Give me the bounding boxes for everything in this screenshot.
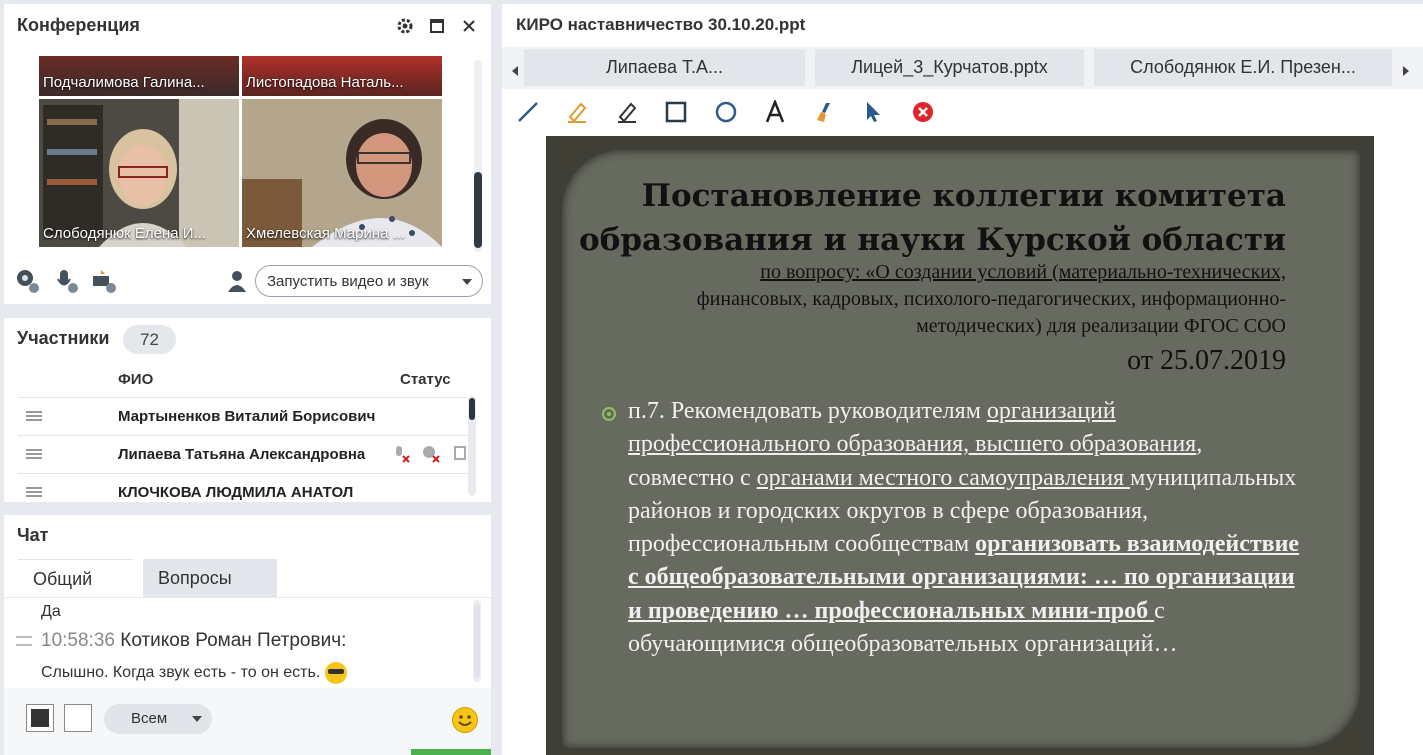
chat-message-body: Слышно. Когда звук есть - то он есть. xyxy=(41,662,347,684)
microphone-settings-icon[interactable] xyxy=(53,268,79,294)
bullet-icon xyxy=(602,407,616,421)
ellipse-tool-icon[interactable] xyxy=(711,97,741,127)
conference-panel: Конференция Подчалимова Галина... Листоп… xyxy=(4,4,491,304)
video-tile-4[interactable]: Хмелевская Марина ... xyxy=(242,99,442,247)
pen-tool-icon[interactable] xyxy=(612,97,642,127)
chevron-down-icon xyxy=(462,279,472,285)
clear-annotations-icon[interactable] xyxy=(908,97,938,127)
highlighter-tool-icon[interactable] xyxy=(562,97,592,127)
send-button-strip[interactable] xyxy=(411,749,491,755)
doc-tab-2[interactable]: Лицей_3_Курчатов.pptx xyxy=(815,49,1084,86)
tab-general[interactable]: Общий xyxy=(18,559,133,597)
video-tile-3[interactable]: Слободянюк Елена И... xyxy=(39,99,239,247)
message-handle-icon xyxy=(16,636,32,646)
chat-message-header: 10:58:36 Котиков Роман Петрович: xyxy=(41,630,346,652)
line-tool-icon[interactable] xyxy=(513,97,543,127)
start-video-audio-button[interactable]: Запустить видео и звук xyxy=(255,265,483,297)
tab-questions[interactable]: Вопросы xyxy=(143,559,277,597)
maximize-icon[interactable] xyxy=(427,16,447,36)
chevron-down-icon xyxy=(192,716,202,722)
sunglasses-emoji-icon xyxy=(324,662,347,684)
drag-handle-icon[interactable] xyxy=(26,449,42,459)
column-header-status[interactable]: Статус xyxy=(400,371,451,388)
video-tile-1[interactable]: Подчалимова Галина... xyxy=(39,56,239,96)
chat-message-time: 10:58:36 xyxy=(41,630,115,651)
chat-scrollbar[interactable] xyxy=(473,600,481,682)
slide-subtitle: по вопросу: «О создании условий (материа… xyxy=(546,259,1286,340)
recipient-label: Всем xyxy=(131,710,168,727)
pointer-tool-icon[interactable] xyxy=(858,97,888,127)
participant-row[interactable]: КЛОЧКОВА ЛЮДМИЛА АНАТОЛ xyxy=(18,473,468,502)
drag-handle-icon[interactable] xyxy=(26,411,42,421)
user-icon xyxy=(224,268,250,294)
participants-scrollbar[interactable] xyxy=(468,396,476,496)
text-tool-icon[interactable] xyxy=(760,97,790,127)
column-header-name[interactable]: ФИО xyxy=(118,371,153,388)
chat-panel: Чат Общий Вопросы Да 10:58:36 Котиков Ро… xyxy=(4,515,491,755)
chat-footer: Всем xyxy=(4,688,491,755)
video-tile-2[interactable]: Листопадова Наталь... xyxy=(242,56,442,96)
participant-name: Липаева Татьяна Александровна xyxy=(118,446,366,463)
participants-panel: Участники 72 ФИО Статус Мартыненков Вита… xyxy=(4,318,491,502)
chat-messages[interactable]: Да 10:58:36 Котиков Роман Петрович: Слыш… xyxy=(4,597,491,689)
text-color-picker[interactable] xyxy=(26,704,54,732)
recipient-dropdown[interactable]: Всем xyxy=(104,704,212,734)
rectangle-tool-icon[interactable] xyxy=(661,97,691,127)
participant-name: Мартыненков Виталий Борисович xyxy=(118,408,376,425)
start-video-audio-label: Запустить видео и звук xyxy=(267,273,429,290)
smiley-emoji-icon[interactable] xyxy=(452,707,478,733)
doc-tab-3[interactable]: Слободянюк Е.И. Презен... xyxy=(1094,49,1392,86)
conference-title: Конференция xyxy=(17,15,140,35)
chat-message-text: Слышно. Когда звук есть - то он есть. xyxy=(41,664,321,682)
doc-tab-1[interactable]: Липаева Т.А... xyxy=(524,49,805,86)
screen-share-icon[interactable] xyxy=(91,268,117,294)
chat-message-author: Котиков Роман Петрович: xyxy=(120,630,347,651)
slide-title: Постановление коллегии комитета образова… xyxy=(566,174,1286,262)
presentation-panel: КИРО наставничество 30.10.20.ppt Липаева… xyxy=(502,4,1423,755)
slide-body: п.7. Рекомендовать руководителям организ… xyxy=(628,395,1308,661)
chat-title: Чат xyxy=(17,525,49,545)
video-name-1: Подчалимова Галина... xyxy=(43,74,205,91)
close-icon[interactable] xyxy=(459,16,479,36)
slide-body-underlined: органами местного самоуправления xyxy=(756,464,1131,491)
camera-off-icon xyxy=(421,444,441,464)
presentation-title: КИРО наставничество 30.10.20.ppt xyxy=(516,15,806,34)
slide-title-line: образования и науки Курской области xyxy=(579,222,1286,258)
slide-subtitle-line: методических) для реализации ФГОС СОО xyxy=(916,315,1286,337)
webcam-settings-icon[interactable] xyxy=(14,268,40,294)
participant-row[interactable]: Мартыненков Виталий Борисович xyxy=(18,397,468,434)
participant-row[interactable]: Липаева Татьяна Александровна xyxy=(18,435,468,472)
video-name-2: Листопадова Наталь... xyxy=(246,74,404,91)
video-name-3: Слободянюк Елена И... xyxy=(43,225,207,242)
slide-date: от 25.07.2019 xyxy=(1127,345,1286,376)
slide-subtitle-line: по вопросу: «О создании условий (материа… xyxy=(760,261,1286,283)
mic-muted-icon xyxy=(391,444,411,464)
participant-name: КЛОЧКОВА ЛЮДМИЛА АНАТОЛ xyxy=(118,484,354,501)
video-scrollbar[interactable] xyxy=(474,60,482,252)
participants-count-badge: 72 xyxy=(123,325,176,354)
slide-title-line: Постановление коллегии комитета xyxy=(641,178,1286,214)
settings-gear-icon[interactable] xyxy=(395,16,415,36)
slide-body-text: п.7. Рекомендовать руководителям xyxy=(628,398,987,424)
presentation-slide[interactable]: Постановление коллегии комитета образова… xyxy=(546,136,1374,755)
chat-message-text: Да xyxy=(41,603,61,620)
participants-title: Участники xyxy=(17,328,110,348)
tab-scroll-left-icon[interactable] xyxy=(508,61,522,81)
background-color-picker[interactable] xyxy=(64,704,92,732)
slide-content: Постановление коллегии комитета образова… xyxy=(562,150,1360,748)
brush-tool-icon[interactable] xyxy=(809,97,839,127)
tab-scroll-right-icon[interactable] xyxy=(1399,61,1413,81)
slide-subtitle-line: финансовых, кадровых, психолого-педагоги… xyxy=(696,288,1286,310)
drag-handle-icon[interactable] xyxy=(26,487,42,497)
video-name-4: Хмелевская Марина ... xyxy=(246,225,406,242)
document-tabs: Липаева Т.А... Лицей_3_Курчатов.pptx Сло… xyxy=(502,47,1423,89)
